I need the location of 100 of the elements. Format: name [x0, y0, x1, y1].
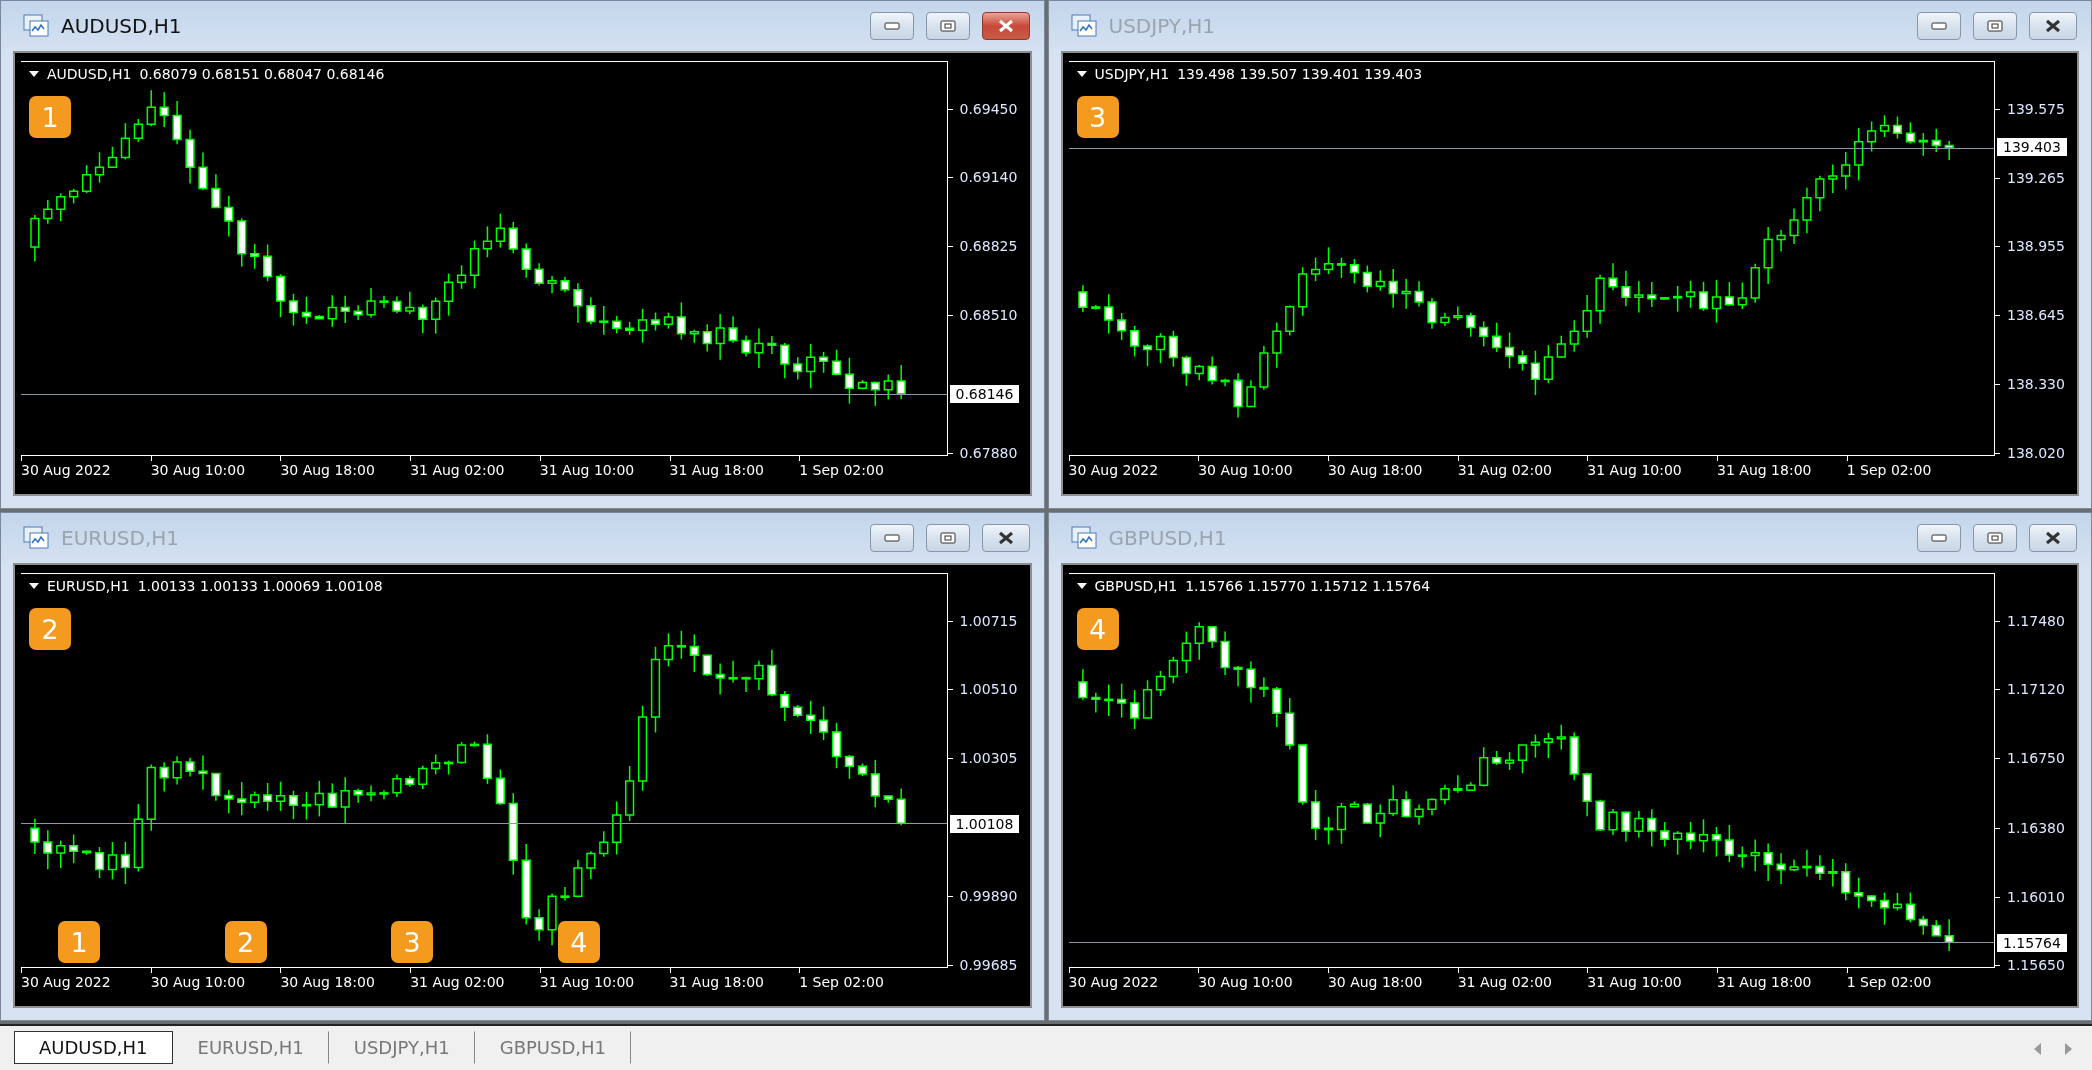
price-label: 138.330 [2007, 376, 2065, 393]
price-label: 1.15650 [2007, 956, 2065, 973]
minimize-icon [1931, 22, 1947, 30]
window-title: GBPUSD,H1 [1108, 526, 1228, 550]
chart-symbol: GBPUSD,H1 [1094, 578, 1178, 594]
restore-icon [939, 20, 956, 32]
current-price-label: 1.15764 [1997, 934, 2067, 953]
price-label: 0.67880 [959, 444, 1018, 461]
chart-window-icon [23, 526, 49, 550]
time-label: 30 Aug 18:00 [280, 462, 375, 478]
current-price-label: 139.403 [1997, 138, 2067, 157]
time-label: 1 Sep 02:00 [799, 974, 884, 990]
close-button[interactable] [2029, 12, 2077, 40]
time-label: 1 Sep 02:00 [1846, 462, 1932, 478]
dropdown-triangle-icon[interactable] [29, 583, 39, 589]
price-label: 1.00510 [959, 681, 1018, 698]
time-label: 1 Sep 02:00 [799, 462, 884, 478]
dropdown-triangle-icon[interactable] [29, 71, 39, 77]
close-icon [996, 531, 1015, 545]
restore-icon [1987, 532, 2003, 544]
window-title: EURUSD,H1 [61, 526, 181, 550]
price-label: 1.16010 [2007, 889, 2065, 905]
price-label: 1.17120 [2007, 680, 2065, 697]
time-label: 31 Aug 02:00 [410, 462, 505, 478]
chart-tab[interactable]: EURUSD,H1 [172, 1031, 329, 1064]
time-label: 30 Aug 2022 [1068, 974, 1159, 990]
price-label: 0.68510 [959, 306, 1018, 323]
price-label: 1.16380 [2007, 819, 2065, 836]
time-label: 31 Aug 10:00 [539, 462, 635, 478]
minimize-button[interactable] [1917, 524, 1961, 552]
price-label: 0.99685 [959, 956, 1018, 973]
price-label: 1.00715 [959, 613, 1018, 630]
chart-window-icon [23, 14, 49, 38]
scroll-right-icon[interactable] [2064, 1042, 2074, 1056]
chart-tab[interactable]: AUDUSD,H1 [14, 1031, 173, 1064]
scroll-left-icon[interactable] [2032, 1042, 2042, 1056]
time-label: 31 Aug 10:00 [539, 974, 635, 990]
time-label: 30 Aug 2022 [1068, 462, 1159, 478]
chart-window-icon [1070, 14, 1097, 38]
time-label: 30 Aug 10:00 [150, 974, 246, 990]
time-label: 31 Aug 18:00 [1717, 462, 1812, 478]
time-label: 31 Aug 18:00 [1717, 974, 1812, 990]
number-badge: 1 [58, 921, 100, 963]
price-label: 0.99890 [959, 888, 1018, 905]
restore-icon [939, 532, 956, 544]
minimize-icon [883, 534, 900, 542]
time-label: 30 Aug 2022 [21, 974, 111, 990]
time-label: 31 Aug 18:00 [669, 974, 764, 990]
restore-button[interactable] [925, 12, 970, 40]
window-title: AUDUSD,H1 [61, 14, 183, 38]
time-label: 30 Aug 2022 [21, 462, 111, 478]
window-title: USDJPY,H1 [1108, 14, 1217, 38]
number-badge: 2 [29, 608, 71, 650]
dropdown-triangle-icon[interactable] [1076, 583, 1087, 589]
ohlc-values: 1.15766 1.15770 1.15712 1.15764 [1185, 578, 1431, 594]
price-label: 138.020 [2007, 444, 2065, 461]
price-label: 139.265 [2007, 169, 2065, 186]
time-label: 30 Aug 10:00 [1198, 974, 1293, 990]
time-label: 31 Aug 02:00 [410, 974, 505, 990]
current-price-label: 1.00108 [949, 814, 1020, 833]
price-label: 0.68825 [959, 237, 1018, 254]
price-label: 1.16750 [2007, 750, 2065, 767]
number-badge: 1 [29, 96, 71, 138]
minimize-icon [883, 22, 900, 30]
minimize-button[interactable] [869, 524, 914, 552]
number-badge: 4 [1076, 608, 1119, 650]
chart-tab[interactable]: GBPUSD,H1 [474, 1031, 632, 1064]
number-badge: 3 [1076, 96, 1119, 138]
close-icon [2044, 19, 2062, 33]
dropdown-triangle-icon[interactable] [1076, 71, 1087, 77]
time-label: 1 Sep 02:00 [1846, 974, 1932, 990]
current-price-label: 0.68146 [949, 385, 1020, 404]
close-button[interactable] [981, 12, 1030, 40]
number-badge: 3 [391, 921, 434, 963]
time-label: 30 Aug 18:00 [1327, 462, 1423, 478]
close-button[interactable] [2029, 524, 2077, 552]
ohlc-values: 1.00133 1.00133 1.00069 1.00108 [137, 578, 383, 594]
price-label: 0.69140 [959, 168, 1018, 185]
restore-button[interactable] [925, 524, 970, 552]
price-label: 0.69450 [959, 101, 1018, 118]
restore-button[interactable] [1973, 12, 2017, 40]
chart-tab[interactable]: USDJPY,H1 [328, 1031, 475, 1064]
close-button[interactable] [981, 524, 1030, 552]
restore-icon [1987, 20, 2003, 32]
minimize-icon [1931, 534, 1947, 542]
time-label: 30 Aug 18:00 [1327, 974, 1423, 990]
chart-symbol: AUDUSD,H1 [47, 66, 132, 82]
time-label: 31 Aug 10:00 [1587, 974, 1682, 990]
price-label: 138.645 [2007, 306, 2065, 323]
time-label: 30 Aug 10:00 [150, 462, 246, 478]
restore-button[interactable] [1973, 524, 2017, 552]
time-label: 31 Aug 18:00 [669, 462, 764, 478]
time-label: 30 Aug 10:00 [1198, 462, 1293, 478]
time-label: 31 Aug 10:00 [1587, 462, 1682, 478]
price-label: 1.00305 [959, 749, 1018, 766]
minimize-button[interactable] [1917, 12, 1961, 40]
minimize-button[interactable] [869, 12, 914, 40]
number-badge: 2 [224, 921, 267, 963]
price-label: 139.575 [2007, 101, 2065, 118]
price-label: 138.955 [2007, 238, 2065, 255]
